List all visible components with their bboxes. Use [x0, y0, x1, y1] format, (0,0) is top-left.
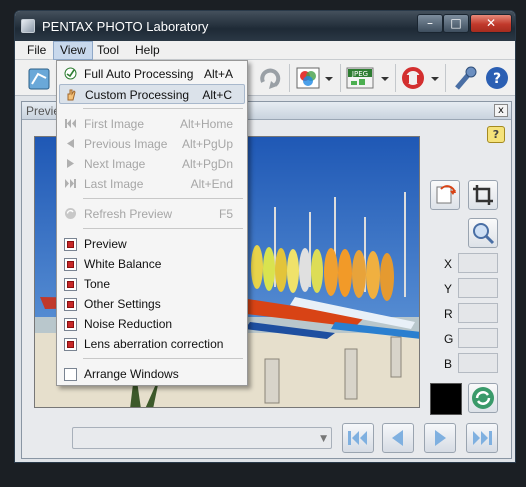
- crop-icon: [473, 185, 493, 205]
- menu-item-other-settings[interactable]: Other Settings: [59, 294, 245, 314]
- x-value-box: [458, 253, 498, 273]
- b-value-box: [458, 353, 498, 373]
- help-icon[interactable]: ?: [483, 64, 511, 92]
- menu-file[interactable]: File: [21, 42, 52, 59]
- checkbox-checked-icon: [64, 338, 77, 351]
- next-icon: [435, 430, 446, 446]
- y-label: Y: [444, 282, 453, 296]
- last-icon: [473, 431, 492, 445]
- jpeg-save-icon[interactable]: JPEG: [345, 64, 391, 92]
- menu-separator: [83, 108, 243, 109]
- menu-help[interactable]: Help: [129, 42, 166, 59]
- color-adjust-icon[interactable]: [295, 64, 335, 92]
- batch-process-icon[interactable]: [399, 64, 441, 92]
- menu-item-first-image[interactable]: First Image Alt+Home: [59, 114, 245, 134]
- rotate-icon[interactable]: [255, 64, 285, 92]
- color-swatch: [430, 383, 462, 415]
- zoom-button[interactable]: [468, 218, 498, 248]
- menu-item-previous-image[interactable]: Previous Image Alt+PgUp: [59, 134, 245, 154]
- refresh-button[interactable]: [468, 383, 498, 413]
- view-menu-dropdown: Full Auto Processing Alt+A Custom Proces…: [56, 60, 248, 386]
- help-note-icon[interactable]: ?: [487, 126, 505, 143]
- x-label: X: [444, 257, 453, 271]
- menu-item-white-balance[interactable]: White Balance: [59, 254, 245, 274]
- hand-icon: [67, 89, 76, 101]
- first-image-button[interactable]: [342, 423, 374, 453]
- menu-item-arrange-windows[interactable]: Arrange Windows: [59, 364, 245, 384]
- checkbox-checked-icon: [64, 238, 77, 251]
- checkbox-checked-icon: [64, 298, 77, 311]
- menu-item-noise-reduction[interactable]: Noise Reduction: [59, 314, 245, 334]
- y-value-box: [458, 278, 498, 298]
- rotate-image-icon: [436, 185, 456, 204]
- menu-separator: [83, 358, 243, 359]
- maximize-button[interactable]: □: [443, 14, 469, 33]
- checkbox-checked-icon: [64, 258, 77, 271]
- crop-button[interactable]: [468, 180, 498, 210]
- settings-tools-icon[interactable]: [451, 64, 479, 92]
- menu-item-refresh-preview[interactable]: Refresh Preview F5: [59, 204, 245, 224]
- menu-separator: [83, 228, 243, 229]
- rotate-image-button[interactable]: [430, 180, 460, 210]
- previous-icon: [392, 430, 403, 446]
- next-image-icon: [67, 159, 74, 168]
- last-image-button[interactable]: [466, 423, 498, 453]
- checkbox-checked-icon: [64, 278, 77, 291]
- title-bar[interactable]: PENTAX PHOTO Laboratory – □ ✕: [15, 11, 515, 41]
- full-auto-icon: [64, 67, 77, 80]
- close-button[interactable]: ✕: [470, 14, 512, 33]
- image-select-combo[interactable]: ▼: [72, 427, 332, 449]
- preview-close-button[interactable]: x: [494, 104, 508, 117]
- jpeg-label: JPEG: [351, 70, 368, 78]
- menu-item-lens-aberration-correction[interactable]: Lens aberration correction: [59, 334, 245, 354]
- menu-view[interactable]: View: [53, 41, 93, 60]
- checkbox-checked-icon: [64, 318, 77, 331]
- menu-item-tone[interactable]: Tone: [59, 274, 245, 294]
- previous-image-icon: [67, 139, 74, 148]
- menu-item-preview[interactable]: Preview: [59, 234, 245, 254]
- window-title: PENTAX PHOTO Laboratory: [42, 19, 209, 34]
- menu-tool[interactable]: Tool: [91, 42, 125, 59]
- chevron-down-icon: ▼: [320, 434, 327, 444]
- menu-item-custom-processing[interactable]: Custom Processing Alt+C: [59, 84, 245, 104]
- menu-item-next-image[interactable]: Next Image Alt+PgDn: [59, 154, 245, 174]
- first-icon: [348, 431, 367, 445]
- g-label: G: [444, 332, 454, 346]
- previous-image-button[interactable]: [382, 423, 414, 453]
- menu-item-full-auto-processing[interactable]: Full Auto Processing Alt+A: [59, 64, 245, 84]
- last-image-icon: [65, 179, 76, 188]
- magnifier-icon: [473, 223, 495, 245]
- preview-title: Previe: [26, 104, 61, 118]
- r-label: R: [444, 307, 453, 321]
- refresh-preview-icon: [65, 208, 76, 219]
- open-image-icon[interactable]: [23, 64, 55, 92]
- b-label: B: [444, 357, 453, 371]
- checkbox-unchecked-icon: [64, 368, 77, 381]
- g-value-box: [458, 328, 498, 348]
- svg-text:?: ?: [493, 71, 501, 87]
- refresh-icon: [472, 387, 494, 409]
- minimize-button[interactable]: –: [417, 14, 443, 33]
- menu-separator: [83, 198, 243, 199]
- next-image-button[interactable]: [424, 423, 456, 453]
- r-value-box: [458, 303, 498, 323]
- first-image-icon: [65, 119, 76, 128]
- app-icon: [21, 19, 35, 33]
- menu-item-last-image[interactable]: Last Image Alt+End: [59, 174, 245, 194]
- menu-bar: File View Tool Help: [15, 41, 515, 60]
